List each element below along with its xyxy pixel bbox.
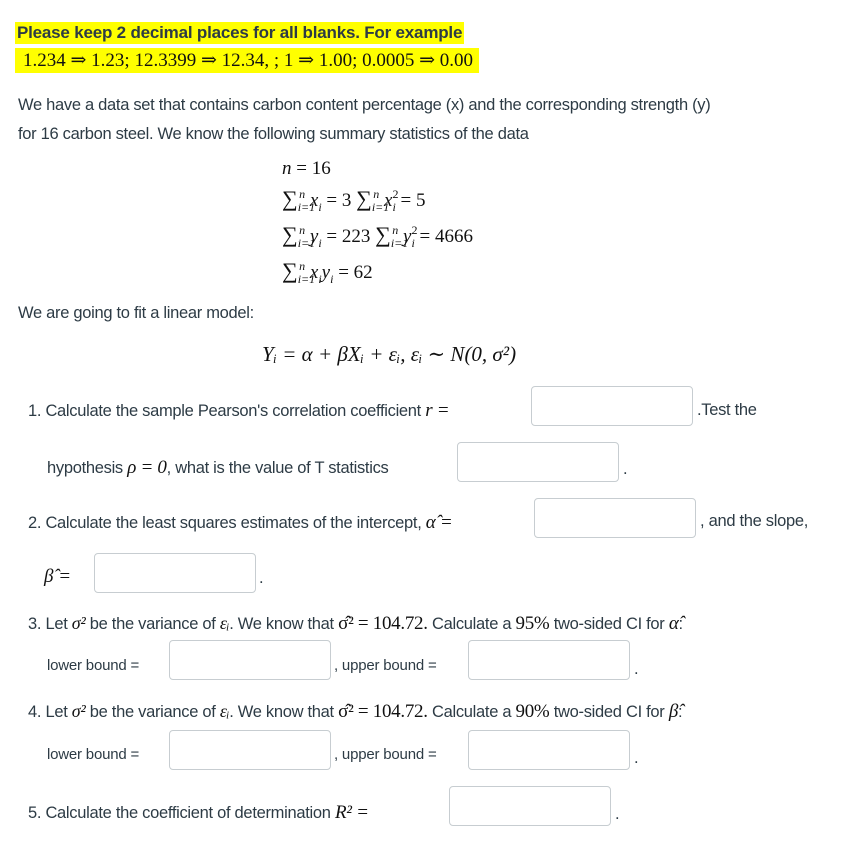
stat-sum-xy-row: ∑i=1n xiyi = 62 (282, 258, 373, 286)
q3-lower-bound-input[interactable] (169, 640, 331, 680)
q1-hypothesis-text: hypothesis ρ = 0, what is the value of T… (47, 457, 389, 478)
stat-sum-y: 223 (341, 226, 371, 247)
q2-beta-label: β̂ = (44, 566, 72, 587)
q3-lower-label: lower bound = (47, 657, 140, 674)
stat-sum-y2: 4666 (435, 226, 473, 247)
q5-text: 5. Calculate the coefficient of determin… (28, 802, 369, 823)
q4-end: . (634, 749, 639, 767)
q5-r-squared-input[interactable] (449, 786, 611, 826)
stat-sum-x2: 5 (416, 190, 426, 211)
intro-line-1: We have a data set that contains carbon … (18, 96, 711, 114)
q1-end: . (623, 460, 628, 478)
q4-upper-bound-input[interactable] (468, 730, 630, 770)
q2-alpha-input[interactable] (534, 498, 696, 538)
stat-sums-x: ∑i=1n xi = 3 ∑i=1n x2i = 5 (282, 186, 426, 214)
model-equation: Yᵢ = α + βXᵢ + εᵢ, εᵢ ∼ N(0, σ²) (262, 342, 517, 366)
q2-text: 2. Calculate the least squares estimates… (28, 512, 453, 533)
q1-text: 1. Calculate the sample Pearson's correl… (28, 400, 450, 421)
q1-r-input[interactable] (531, 386, 693, 426)
q2-beta-input[interactable] (94, 553, 256, 593)
stat-n-value: 16 (311, 158, 331, 179)
q1-test-text: .Test the (697, 401, 757, 419)
stat-sums-y: ∑i=1n yi = 223 ∑i=1n y2i = 4666 (282, 222, 473, 250)
stat-n: n = 16 (282, 158, 331, 179)
q3-upper-label: , upper bound = (334, 657, 437, 674)
q2-end: . (259, 569, 264, 587)
q4-lower-label: lower bound = (47, 746, 140, 763)
model-lead: We are going to fit a linear model: (18, 304, 254, 322)
q5-end: . (615, 805, 620, 823)
q4-lower-bound-input[interactable] (169, 730, 331, 770)
intro-line-2: for 16 carbon steel. We know the followi… (18, 125, 529, 143)
q1-t-statistic-input[interactable] (457, 442, 619, 482)
notice-title: Please keep 2 decimal places for all bla… (15, 22, 465, 44)
q2-slope-text: , and the slope, (700, 512, 809, 530)
stat-sum-xy: 62 (353, 262, 373, 283)
notice-example: 1.234 ⇒ 1.23; 12.3399 ⇒ 12.34, ; 1 ⇒ 1.0… (15, 48, 480, 73)
q4-upper-label: , upper bound = (334, 746, 437, 763)
stat-sum-x: 3 (341, 190, 352, 211)
q4-text: 4. Let σ² be the variance of εᵢ. We know… (28, 701, 683, 722)
q3-upper-bound-input[interactable] (468, 640, 630, 680)
q3-text: 3. Let σ² be the variance of εᵢ. We know… (28, 613, 683, 634)
q3-end: . (634, 660, 639, 678)
